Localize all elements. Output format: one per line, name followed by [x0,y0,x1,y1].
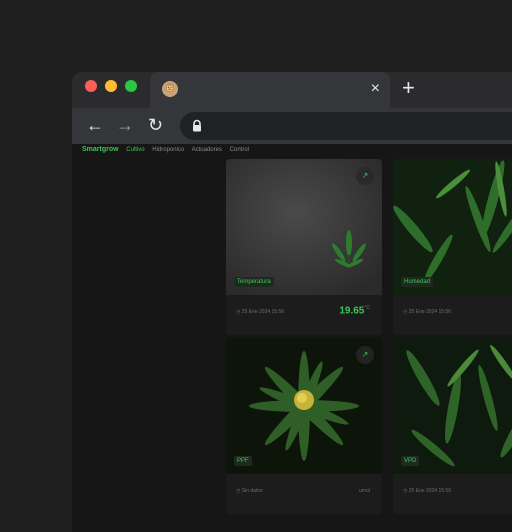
card-image [393,159,512,295]
nav-item-cultivo[interactable]: Cultivo [126,147,144,153]
minimize-window-button[interactable] [105,80,117,92]
external-link-icon[interactable]: ↗ [356,167,374,185]
reading-date-text: 25 Ene 2024 15:56 [242,309,284,315]
sensor-card-temperatura[interactable]: ↗ Temperatura ◷ 25 Ene 2024 15:56 19.65°… [226,159,382,335]
reading-date: ◷ 25 Ene 2024 15:56 [236,309,284,315]
title-bar: 🐵 × + [72,72,512,108]
lock-icon [190,119,204,133]
reading-date-text: 25 Ene 2024 15:56 [409,309,451,315]
card-footer: ◷ 25 Ene 2024 15:56 [393,295,512,335]
browser-window: 🐵 × + ← → ↻ Smartgrow Cultivo Hidroponic… [72,72,512,532]
card-footer: ◷ 25 Ene 2024 15:56 19.65°C [226,295,382,335]
app-navbar: Smartgrow Cultivo Hidroponico Actuadores… [82,146,255,160]
reading-date: ◷ 25 Ene 2024 15:56 [403,488,451,494]
browser-tab[interactable]: 🐵 × [150,72,390,108]
reading-unit: umol [359,488,370,494]
reload-icon[interactable]: ↻ [148,114,163,136]
reading-date-text: 25 Ene 2024 15:56 [409,488,451,494]
reading-value-text: 19.65 [339,305,364,316]
card-footer: ◷ 25 Ene 2024 15:56 [393,474,512,514]
sensor-tag: Humedad [401,277,433,287]
nav-item-actuadores[interactable]: Actuadores [192,147,222,153]
brand-logo[interactable]: Smartgrow [82,146,119,153]
nav-item-control[interactable]: Control [230,147,249,153]
card-footer: ◷ Sin datos umol [226,474,382,514]
page-content: Smartgrow Cultivo Hidroponico Actuadores… [72,144,512,532]
reading-unit: °C [364,305,370,311]
card-image [393,338,512,474]
maximize-window-button[interactable] [125,80,137,92]
reading-value: 19.65°C [339,305,370,316]
close-tab-icon[interactable]: × [371,79,380,99]
forward-arrow-icon[interactable]: → [116,114,134,136]
sensor-card-ppf[interactable]: ↗ PPF ◷ Sin datos umol [226,338,382,514]
browser-toolbar: ← → ↻ [72,108,512,144]
reading-date-text: Sin datos [242,488,263,494]
sensor-tag: Temperatura [234,277,274,287]
close-window-button[interactable] [85,80,97,92]
sensor-card-humedad[interactable]: Humedad ◷ 25 Ene 2024 15:56 [393,159,512,335]
sensor-card-vpd[interactable]: VPD ◷ 25 Ene 2024 15:56 [393,338,512,514]
external-link-icon[interactable]: ↗ [356,346,374,364]
sensor-tag: PPF [234,456,252,466]
reading-date: ◷ 25 Ene 2024 15:56 [403,309,451,315]
address-bar[interactable] [180,112,512,140]
nav-item-hidroponico[interactable]: Hidroponico [152,147,184,153]
reading-date: ◷ Sin datos [236,488,263,494]
back-arrow-icon[interactable]: ← [86,114,104,136]
new-tab-icon[interactable]: + [402,76,415,100]
sensor-tag: VPD [401,456,419,466]
monkey-face-icon: 🐵 [162,81,178,97]
